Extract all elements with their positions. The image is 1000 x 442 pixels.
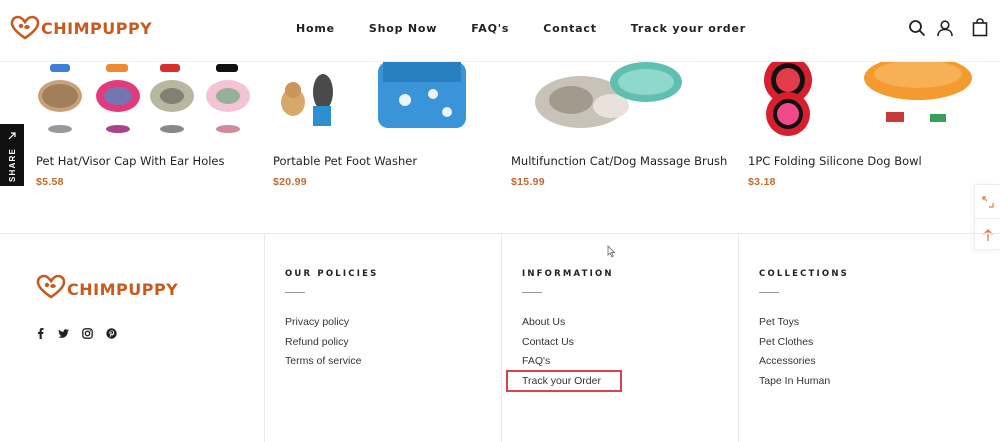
nav-faqs[interactable]: FAQ's [471, 22, 509, 35]
heading-divider [759, 292, 779, 293]
product-card[interactable]: Pet Hat/Visor Cap With Ear Holes $5.58 [36, 62, 266, 188]
pinterest-icon[interactable] [106, 326, 117, 344]
share-icon [8, 127, 16, 145]
link-tape-in-human[interactable]: Tape In Human [759, 375, 830, 387]
footer-information-column: INFORMATION About Us Contact Us FAQ's Tr… [501, 234, 738, 442]
nav-home[interactable]: Home [296, 22, 335, 35]
product-grid: Pet Hat/Visor Cap With Ear Holes $5.58 P… [24, 62, 1000, 202]
bag-icon[interactable] [972, 18, 988, 42]
product-price: $20.99 [273, 176, 307, 188]
product-card[interactable]: Portable Pet Foot Washer $20.99 [273, 62, 503, 188]
link-terms-of-service[interactable]: Terms of service [285, 355, 361, 367]
product-price: $15.99 [511, 176, 545, 188]
header-logo[interactable]: CHIMPUPPY [10, 15, 152, 41]
social-links [36, 326, 130, 344]
share-tab[interactable]: SHARE [0, 124, 24, 186]
search-icon[interactable] [908, 19, 926, 42]
dog-logo-icon [10, 15, 40, 41]
main-nav: Home Shop Now FAQ's Contact Track your o… [296, 22, 780, 35]
nav-contact[interactable]: Contact [543, 22, 597, 35]
product-image[interactable] [748, 62, 978, 140]
site-footer: CHIMPUPPY OUR POLICIES Privacy policy Re… [0, 233, 1000, 442]
link-privacy-policy[interactable]: Privacy policy [285, 316, 349, 328]
link-pet-clothes[interactable]: Pet Clothes [759, 336, 813, 348]
collections-links: Pet Toys Pet Clothes Accessories Tape In… [759, 316, 830, 394]
site-header: CHIMPUPPY Home Shop Now FAQ's Contact Tr… [0, 0, 1000, 62]
product-image[interactable] [273, 62, 503, 140]
user-icon[interactable] [936, 19, 954, 42]
highlight-box [506, 370, 622, 392]
header-actions [898, 18, 988, 42]
link-contact-us[interactable]: Contact Us [522, 336, 574, 348]
footer-collections-column: COLLECTIONS Pet Toys Pet Clothes Accesso… [738, 234, 1000, 442]
footer-policies-column: OUR POLICIES Privacy policy Refund polic… [264, 234, 501, 442]
dog-logo-icon [36, 274, 66, 305]
product-price: $5.58 [36, 176, 64, 188]
logo-text: CHIMPUPPY [41, 18, 153, 38]
product-card[interactable]: 1PC Folding Silicone Dog Bowl $3.18 [748, 62, 978, 188]
footer-brand-column: CHIMPUPPY [0, 234, 264, 442]
product-image[interactable] [511, 62, 741, 140]
collections-heading: COLLECTIONS [759, 269, 849, 279]
product-name[interactable]: Portable Pet Foot Washer [273, 154, 417, 168]
product-card[interactable]: Multifunction Cat/Dog Massage Brush $15.… [511, 62, 741, 188]
link-accessories[interactable]: Accessories [759, 355, 816, 367]
link-pet-toys[interactable]: Pet Toys [759, 316, 799, 328]
resize-icon[interactable] [975, 185, 1000, 218]
heading-divider [522, 292, 542, 293]
product-name[interactable]: Pet Hat/Visor Cap With Ear Holes [36, 154, 225, 168]
instagram-icon[interactable] [82, 326, 93, 344]
product-name[interactable]: Multifunction Cat/Dog Massage Brush [511, 154, 727, 168]
product-image[interactable] [36, 62, 266, 140]
product-price: $3.18 [748, 176, 776, 188]
product-name[interactable]: 1PC Folding Silicone Dog Bowl [748, 154, 922, 168]
nav-shop-now[interactable]: Shop Now [369, 22, 437, 35]
link-faqs[interactable]: FAQ's [522, 355, 550, 367]
facebook-icon[interactable] [36, 326, 45, 344]
mouse-cursor-icon [607, 244, 616, 263]
footer-logo[interactable]: CHIMPUPPY [36, 274, 178, 305]
share-label: SHARE [7, 148, 17, 183]
policies-heading: OUR POLICIES [285, 269, 379, 279]
link-refund-policy[interactable]: Refund policy [285, 336, 349, 348]
twitter-icon[interactable] [58, 326, 69, 344]
link-about-us[interactable]: About Us [522, 316, 565, 328]
information-heading: INFORMATION [522, 269, 614, 279]
nav-track-order[interactable]: Track your order [631, 22, 746, 35]
footer-logo-text: CHIMPUPPY [67, 280, 179, 299]
heading-divider [285, 292, 305, 293]
policies-links: Privacy policy Refund policy Terms of se… [285, 316, 361, 375]
